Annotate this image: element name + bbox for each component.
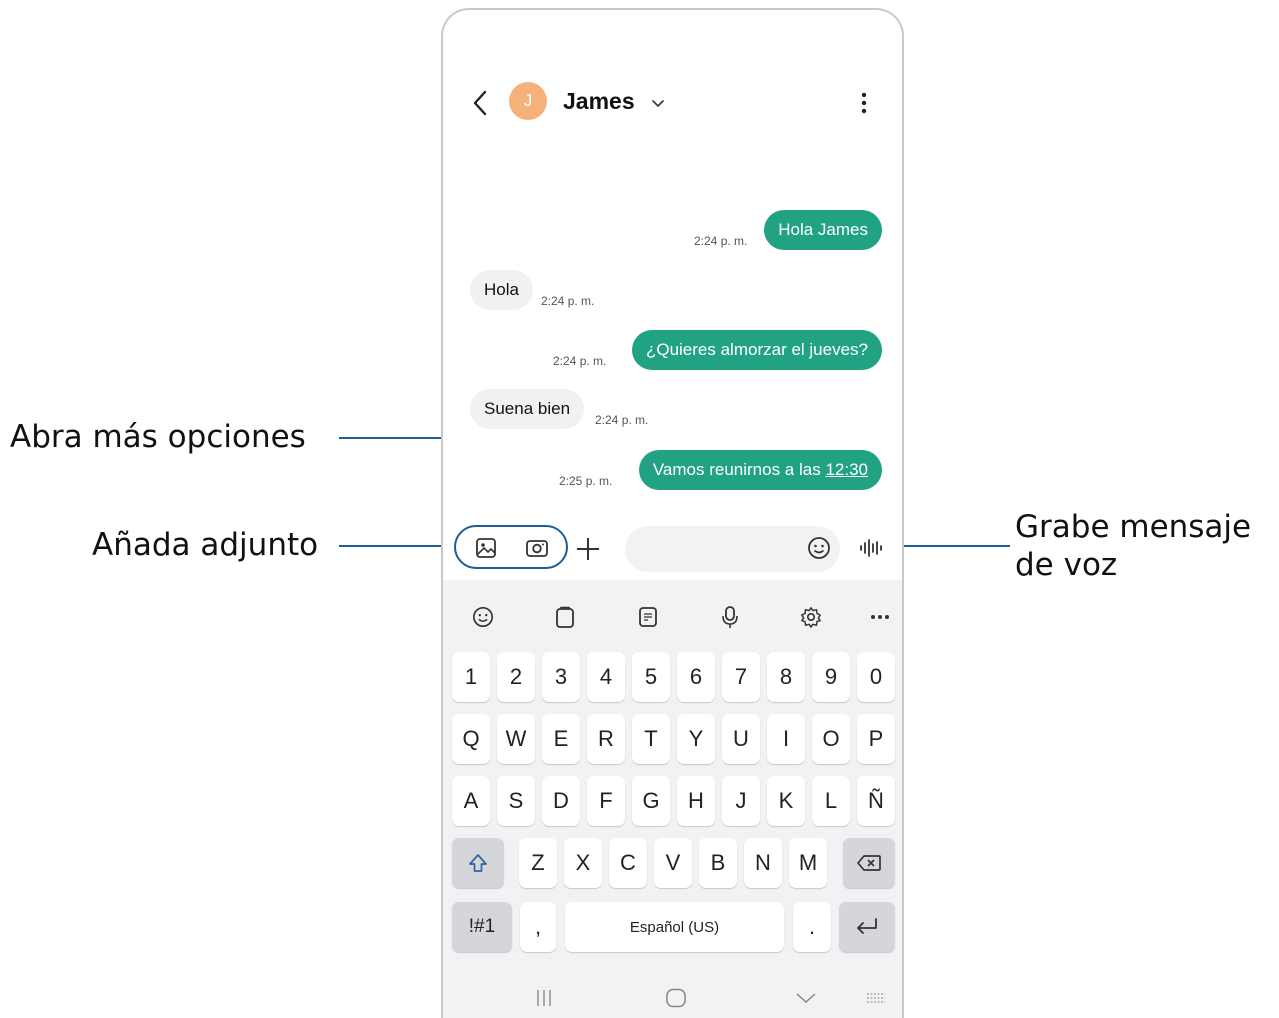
enter-key[interactable] bbox=[839, 902, 895, 952]
key-n-tilde[interactable]: Ñ bbox=[857, 776, 895, 826]
key-p[interactable]: P bbox=[857, 714, 895, 764]
key-q[interactable]: Q bbox=[452, 714, 490, 764]
plus-icon[interactable] bbox=[574, 535, 602, 563]
callout-attachment: Añada adjunto bbox=[92, 527, 319, 563]
hide-keyboard-icon[interactable] bbox=[793, 985, 819, 1011]
time-link[interactable]: 12:30 bbox=[825, 460, 868, 479]
key-7[interactable]: 7 bbox=[722, 652, 760, 702]
avatar[interactable]: J bbox=[509, 82, 547, 120]
key-5[interactable]: 5 bbox=[632, 652, 670, 702]
comma-key[interactable]: , bbox=[520, 902, 556, 952]
more-horizontal-icon[interactable] bbox=[865, 602, 895, 632]
message-bubble-out[interactable]: Hola James bbox=[764, 210, 882, 250]
key-8[interactable]: 8 bbox=[767, 652, 805, 702]
emoji-icon[interactable] bbox=[805, 534, 833, 562]
emoji-icon[interactable] bbox=[468, 602, 498, 632]
key-w[interactable]: W bbox=[497, 714, 535, 764]
more-vertical-icon[interactable] bbox=[849, 88, 879, 118]
key-9[interactable]: 9 bbox=[812, 652, 850, 702]
message-bubble-out[interactable]: ¿Quieres almorzar el jueves? bbox=[631, 330, 882, 370]
gallery-icon[interactable] bbox=[473, 535, 499, 561]
key-6[interactable]: 6 bbox=[677, 652, 715, 702]
message-time: 2:24 p. m. bbox=[595, 413, 649, 427]
keyboard-switch-icon[interactable] bbox=[863, 985, 889, 1011]
key-n[interactable]: N bbox=[744, 838, 782, 888]
recents-icon[interactable] bbox=[531, 985, 557, 1011]
key-v[interactable]: V bbox=[654, 838, 692, 888]
symbols-key[interactable]: !#1 bbox=[452, 902, 512, 952]
shift-icon bbox=[469, 854, 487, 872]
callout-line bbox=[339, 545, 452, 547]
message-bubble-in[interactable]: Suena bien bbox=[470, 389, 585, 429]
key-d[interactable]: D bbox=[542, 776, 580, 826]
key-3[interactable]: 3 bbox=[542, 652, 580, 702]
message-time: 2:24 p. m. bbox=[694, 234, 748, 248]
home-icon[interactable] bbox=[663, 985, 689, 1011]
keyboard: 1 2 3 4 5 6 7 8 9 0 Q W E R T Y U I O P … bbox=[443, 580, 902, 1018]
space-key[interactable]: Español (US) bbox=[565, 902, 784, 952]
key-b[interactable]: B bbox=[699, 838, 737, 888]
chevron-down-icon[interactable] bbox=[648, 94, 668, 114]
key-z[interactable]: Z bbox=[519, 838, 557, 888]
settings-icon[interactable] bbox=[796, 602, 826, 632]
key-i[interactable]: I bbox=[767, 714, 805, 764]
key-r[interactable]: R bbox=[587, 714, 625, 764]
shift-key[interactable] bbox=[452, 838, 504, 888]
key-k[interactable]: K bbox=[767, 776, 805, 826]
backspace-key[interactable] bbox=[843, 838, 895, 888]
voice-waveform-icon[interactable] bbox=[858, 536, 886, 560]
key-c[interactable]: C bbox=[609, 838, 647, 888]
backspace-icon bbox=[857, 855, 881, 871]
key-0[interactable]: 0 bbox=[857, 652, 895, 702]
key-u[interactable]: U bbox=[722, 714, 760, 764]
key-1[interactable]: 1 bbox=[452, 652, 490, 702]
callout-voice-line1: Grabe mensaje bbox=[1015, 509, 1252, 545]
callout-voice-line2: de voz bbox=[1015, 547, 1118, 583]
key-s[interactable]: S bbox=[497, 776, 535, 826]
callout-line bbox=[895, 545, 1010, 547]
phone-frame: J James 2:24 p. m. Hola James Hola 2:24 … bbox=[441, 8, 904, 1018]
key-x[interactable]: X bbox=[564, 838, 602, 888]
key-a[interactable]: A bbox=[452, 776, 490, 826]
key-e[interactable]: E bbox=[542, 714, 580, 764]
key-2[interactable]: 2 bbox=[497, 652, 535, 702]
back-icon[interactable] bbox=[465, 88, 495, 118]
enter-icon bbox=[857, 918, 877, 934]
message-text: Vamos reunirnos a las bbox=[652, 460, 826, 479]
key-f[interactable]: F bbox=[587, 776, 625, 826]
key-g[interactable]: G bbox=[632, 776, 670, 826]
clipboard-icon[interactable] bbox=[550, 602, 580, 632]
contact-name[interactable]: James bbox=[563, 88, 635, 115]
key-j[interactable]: J bbox=[722, 776, 760, 826]
key-4[interactable]: 4 bbox=[587, 652, 625, 702]
key-m[interactable]: M bbox=[789, 838, 827, 888]
key-h[interactable]: H bbox=[677, 776, 715, 826]
message-time: 2:24 p. m. bbox=[553, 354, 607, 368]
key-t[interactable]: T bbox=[632, 714, 670, 764]
mic-icon[interactable] bbox=[715, 602, 745, 632]
key-o[interactable]: O bbox=[812, 714, 850, 764]
callout-more-options: Abra más opciones bbox=[10, 419, 306, 455]
camera-icon[interactable] bbox=[523, 535, 551, 561]
key-l[interactable]: L bbox=[812, 776, 850, 826]
key-y[interactable]: Y bbox=[677, 714, 715, 764]
period-key[interactable]: . bbox=[793, 902, 831, 952]
message-bubble-out[interactable]: Vamos reunirnos a las 12:30 bbox=[638, 450, 882, 490]
message-time: 2:24 p. m. bbox=[541, 294, 595, 308]
keyboard-mode-icon[interactable] bbox=[633, 602, 663, 632]
message-bubble-in[interactable]: Hola bbox=[470, 270, 533, 310]
message-time: 2:25 p. m. bbox=[559, 474, 613, 488]
